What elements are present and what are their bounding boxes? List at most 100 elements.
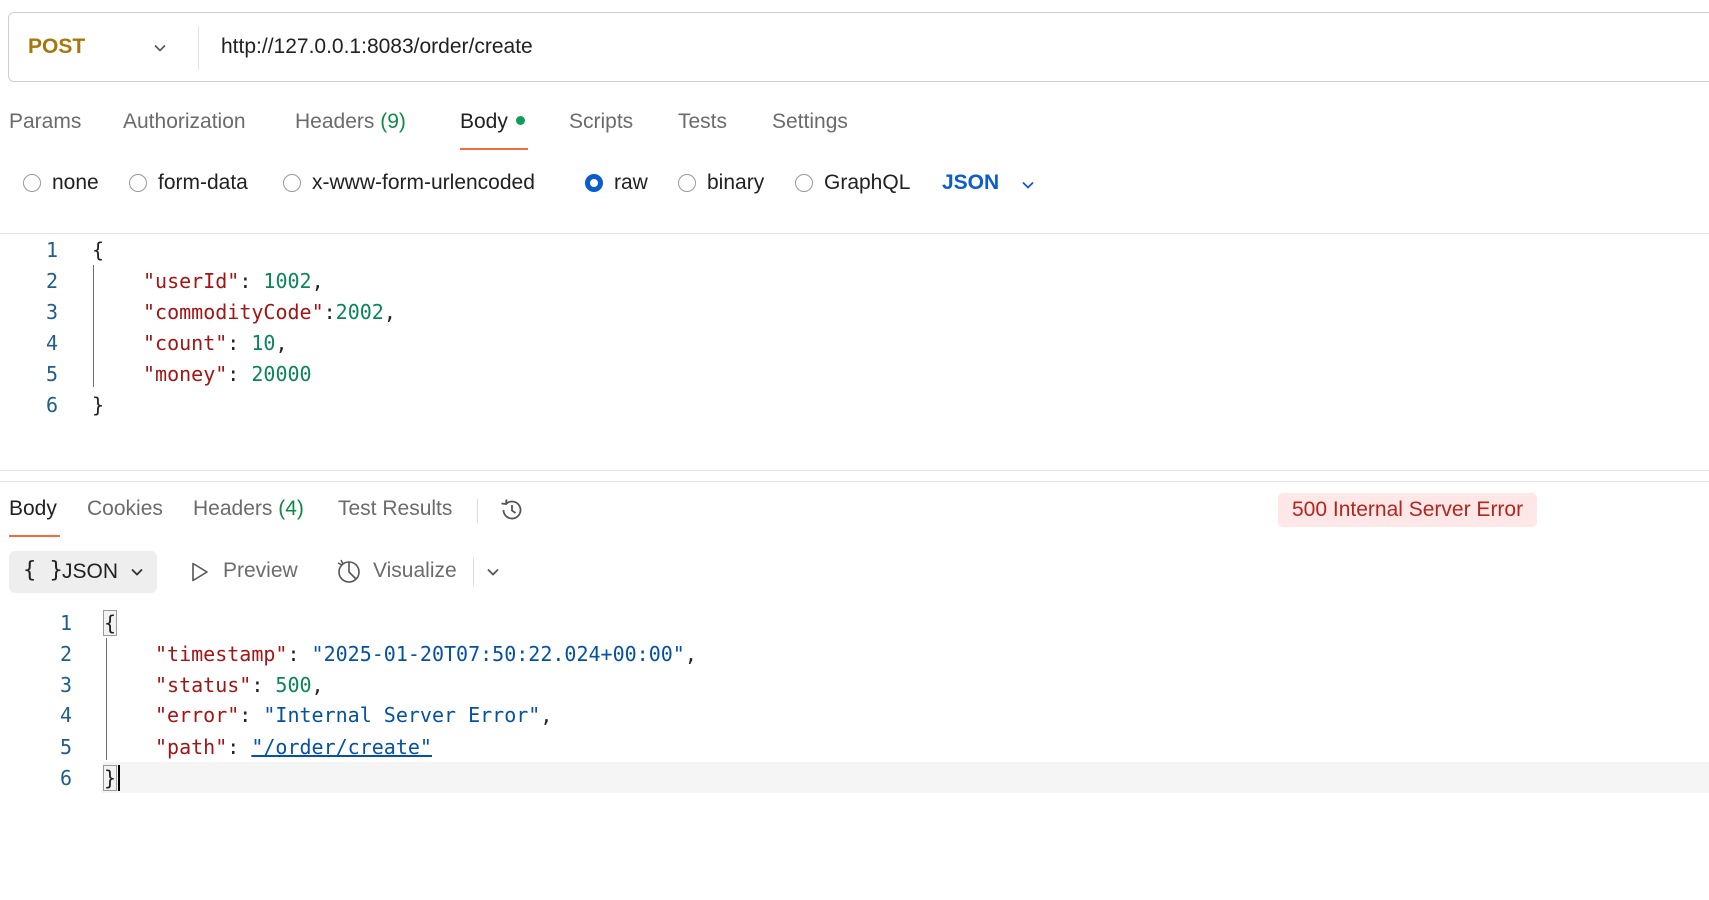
json-key: "timestamp": [155, 642, 288, 666]
json-value: 1002: [263, 269, 312, 293]
code-line: "status": 500,: [155, 673, 324, 697]
play-icon[interactable]: [189, 561, 211, 583]
code-line: "count": 10,: [143, 331, 288, 355]
line-number: 5: [59, 735, 72, 759]
body-type-form-data-label[interactable]: form-data: [158, 171, 248, 195]
close-brace: }: [92, 393, 105, 417]
response-format-select[interactable]: { } JSON: [9, 551, 157, 593]
tab-headers[interactable]: Headers (9): [295, 110, 406, 134]
json-comma: ,: [383, 300, 396, 324]
divider: [0, 233, 1709, 234]
response-tab-body[interactable]: Body: [9, 497, 57, 521]
code-line: "timestamp": "2025-01-20T07:50:22.024+00…: [155, 642, 697, 666]
active-tab-underline: [460, 148, 528, 150]
json-value: 2002: [335, 300, 384, 324]
radio-binary[interactable]: [678, 174, 696, 192]
method-select[interactable]: POST: [28, 35, 85, 59]
line-number: 4: [45, 331, 58, 355]
json-comma: ,: [275, 331, 288, 355]
response-tab-headers[interactable]: Headers (4): [193, 497, 304, 521]
language-select[interactable]: JSON: [942, 171, 999, 195]
tab-body[interactable]: Body: [460, 110, 525, 134]
radio-urlencoded[interactable]: [283, 174, 301, 192]
preview-button[interactable]: Preview: [223, 559, 298, 583]
json-colon: :: [239, 703, 264, 727]
json-colon: :: [239, 269, 264, 293]
json-key: "status": [155, 673, 252, 697]
tab-tests[interactable]: Tests: [678, 110, 727, 134]
json-colon: :: [227, 331, 252, 355]
indent-guide: [106, 638, 107, 760]
url-bar: POST http://127.0.0.1:8083/order/create: [8, 12, 1709, 82]
line-number: 5: [45, 362, 58, 386]
json-value: 20000: [251, 362, 312, 386]
modified-dot-icon: [515, 116, 525, 125]
response-tab-headers-label: Headers: [193, 497, 273, 520]
json-key: "error": [155, 703, 240, 727]
json-colon: :: [227, 735, 252, 759]
body-type-raw-label[interactable]: raw: [614, 171, 648, 195]
body-type-none-label[interactable]: none: [52, 171, 99, 195]
json-value: "2025-01-20T07:50:22.024+00:00": [311, 642, 685, 666]
chevron-down-icon[interactable]: [485, 564, 501, 580]
line-number: 3: [45, 300, 58, 324]
divider: [198, 26, 199, 70]
line-number: 6: [45, 393, 58, 417]
body-type-binary-label[interactable]: binary: [707, 171, 764, 195]
json-comma: ,: [540, 703, 553, 727]
indent-guide: [93, 265, 94, 387]
path-link[interactable]: "/order/create": [251, 735, 432, 759]
chevron-down-icon[interactable]: [152, 40, 168, 56]
tab-body-label: Body: [460, 110, 508, 133]
tab-authorization[interactable]: Authorization: [123, 110, 246, 134]
radio-none[interactable]: [23, 174, 41, 192]
radio-raw[interactable]: [585, 174, 603, 192]
json-colon: :: [251, 673, 276, 697]
json-key: "path": [155, 735, 228, 759]
code-line: "commodityCode":2002,: [143, 300, 396, 324]
line-number: 6: [59, 766, 72, 790]
json-value: "Internal Server Error": [263, 703, 541, 727]
text-cursor: [118, 765, 120, 791]
visualize-button[interactable]: Visualize: [373, 559, 457, 583]
radio-graphql[interactable]: [795, 174, 813, 192]
line-number: 4: [59, 703, 72, 727]
divider: [477, 499, 478, 523]
current-line-highlight: [102, 762, 1709, 793]
braces-icon: { }: [23, 558, 63, 583]
json-colon: :: [227, 362, 252, 386]
tab-scripts[interactable]: Scripts: [569, 110, 633, 134]
json-comma: ,: [311, 269, 324, 293]
line-number: 2: [45, 269, 58, 293]
tab-settings[interactable]: Settings: [772, 110, 848, 134]
json-value: 10: [251, 331, 276, 355]
json-comma: ,: [311, 673, 324, 697]
response-tab-test-results[interactable]: Test Results: [338, 497, 452, 521]
visualize-icon[interactable]: [335, 557, 363, 585]
open-brace: {: [102, 610, 118, 636]
code-line: "error": "Internal Server Error",: [155, 703, 552, 727]
response-headers-count: (4): [278, 497, 304, 520]
history-icon[interactable]: [498, 496, 526, 524]
response-tab-cookies[interactable]: Cookies: [87, 497, 163, 521]
line-number: 1: [45, 238, 58, 262]
url-input[interactable]: http://127.0.0.1:8083/order/create: [221, 35, 533, 59]
pane-divider[interactable]: [0, 470, 1709, 471]
body-type-graphql-label[interactable]: GraphQL: [824, 171, 910, 195]
divider: [0, 481, 1709, 482]
line-number: 3: [59, 673, 72, 697]
chevron-down-icon[interactable]: [1020, 177, 1036, 193]
code-line: "path": "/order/create": [155, 735, 432, 759]
radio-form-data[interactable]: [129, 174, 147, 192]
response-format-label: JSON: [62, 560, 119, 583]
json-colon: :: [287, 642, 312, 666]
headers-count: (9): [380, 110, 406, 133]
body-type-urlencoded-label[interactable]: x-www-form-urlencoded: [312, 171, 535, 195]
tab-params[interactable]: Params: [9, 110, 81, 134]
code-line: "money": 20000: [143, 362, 312, 386]
json-value: 500: [275, 673, 312, 697]
json-key: "count": [143, 331, 228, 355]
close-brace: }: [102, 765, 118, 791]
status-badge[interactable]: 500 Internal Server Error: [1278, 493, 1538, 527]
code-line: "userId": 1002,: [143, 269, 324, 293]
